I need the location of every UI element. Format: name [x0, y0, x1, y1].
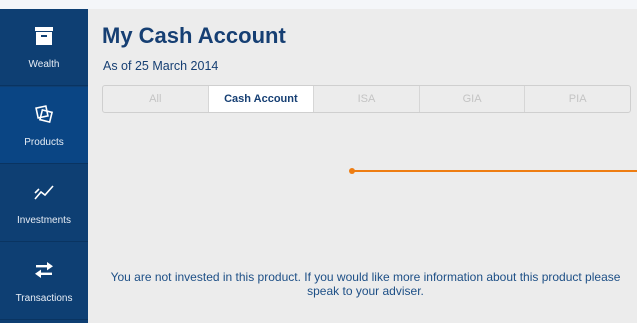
sidebar-item-investments[interactable]: Investments: [0, 165, 88, 242]
sidebar-item-label: Products: [24, 137, 64, 148]
sidebar-item-label: Investments: [17, 215, 71, 226]
sidebar-item-label: Wealth: [28, 59, 60, 70]
pointer-line: [349, 168, 637, 174]
sidebar-item-wealth[interactable]: Wealth: [0, 9, 88, 86]
tab-gia[interactable]: GIA: [420, 86, 526, 112]
pointer-line-stroke: [353, 170, 637, 172]
as-of-date: As of 25 March 2014: [103, 59, 219, 73]
investments-chart-icon: [0, 179, 88, 205]
sidebar-nav: Wealth Products Investments Transactions: [0, 9, 88, 323]
product-tabs: All Cash Account ISA GIA PIA: [102, 85, 631, 113]
main-content: My Cash Account As of 25 March 2014 All …: [88, 9, 637, 323]
transactions-arrows-icon: [0, 257, 88, 283]
tab-pia[interactable]: PIA: [525, 86, 630, 112]
tab-isa[interactable]: ISA: [314, 86, 420, 112]
pointer-dot: [349, 168, 355, 174]
sidebar-item-products[interactable]: Products: [0, 87, 88, 164]
top-strip: [0, 0, 637, 9]
tab-cash-account[interactable]: Cash Account: [208, 86, 315, 112]
page-title: My Cash Account: [102, 23, 286, 48]
tab-all[interactable]: All: [103, 86, 209, 112]
sidebar-item-transactions[interactable]: Transactions: [0, 243, 88, 320]
wealth-box-icon: [0, 23, 88, 49]
sidebar-item-label: Transactions: [15, 293, 73, 304]
empty-state-message: You are not invested in this product. If…: [110, 270, 621, 298]
products-icon: [0, 101, 88, 127]
